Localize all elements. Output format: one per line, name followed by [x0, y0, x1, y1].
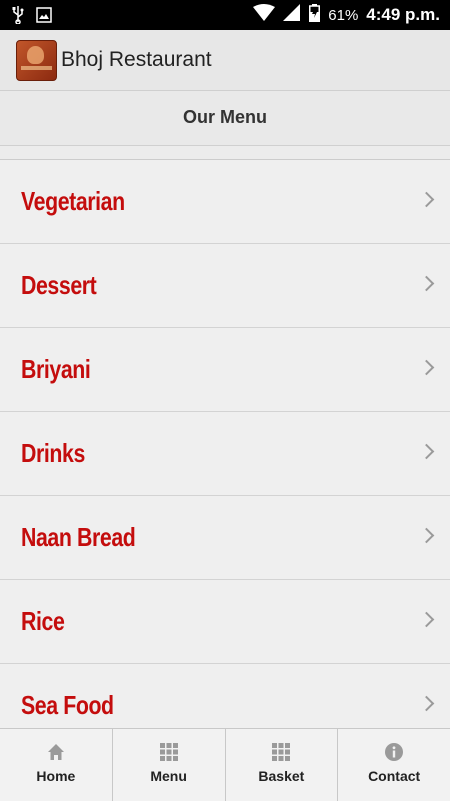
clock: 4:49 p.m. — [366, 5, 440, 24]
app-bar: Bhoj Restaurant — [0, 30, 450, 91]
menu-item-naan-bread[interactable]: Naan Bread — [0, 496, 450, 580]
signal-icon — [283, 4, 301, 26]
chevron-right-icon — [418, 611, 435, 628]
restaurant-logo-icon — [16, 40, 57, 81]
nav-contact[interactable]: Contact — [338, 729, 450, 801]
menu-item-label: Rice — [21, 606, 65, 636]
grid-icon — [159, 743, 178, 766]
menu-item-label: Briyani — [21, 354, 91, 384]
image-icon — [36, 7, 52, 28]
menu-item-rice[interactable]: Rice — [0, 580, 450, 664]
menu-item-sea-food[interactable]: Sea Food — [0, 664, 450, 728]
usb-icon — [12, 6, 24, 29]
grid-icon — [272, 743, 291, 766]
menu-item-label: Dessert — [21, 270, 97, 300]
menu-item-label: Sea Food — [21, 690, 114, 720]
section-title: Our Menu — [0, 91, 450, 146]
bottom-nav: Home Menu Basket Contact — [0, 728, 450, 801]
nav-home[interactable]: Home — [0, 729, 113, 801]
nav-menu[interactable]: Menu — [112, 729, 226, 801]
nav-menu-label: Menu — [150, 768, 187, 784]
info-icon — [385, 743, 404, 766]
menu-list[interactable]: Vegetarian Dessert Briyani Drinks Naan B… — [0, 160, 450, 728]
nav-home-label: Home — [36, 768, 76, 784]
menu-item-label: Vegetarian — [21, 186, 125, 216]
menu-item-briyani[interactable]: Briyani — [0, 328, 450, 412]
chevron-right-icon — [418, 359, 435, 376]
chevron-right-icon — [418, 695, 435, 712]
menu-item-label: Naan Bread — [21, 522, 136, 552]
app-title: Bhoj Restaurant — [61, 48, 212, 71]
status-bar: 61% 4:49 p.m. — [0, 0, 450, 30]
chevron-right-icon — [418, 191, 435, 208]
chevron-right-icon — [418, 275, 435, 292]
battery-icon — [309, 4, 321, 26]
battery-percent: 61% — [328, 6, 359, 24]
nav-basket[interactable]: Basket — [225, 729, 339, 801]
home-icon — [47, 743, 65, 766]
wifi-icon — [253, 4, 276, 26]
chevron-right-icon — [418, 527, 435, 544]
menu-item-dessert[interactable]: Dessert — [0, 244, 450, 328]
menu-item-label: Drinks — [21, 438, 85, 468]
nav-contact-label: Contact — [368, 768, 421, 784]
nav-basket-label: Basket — [258, 768, 305, 784]
menu-item-drinks[interactable]: Drinks — [0, 412, 450, 496]
chevron-right-icon — [418, 443, 435, 460]
menu-item-vegetarian[interactable]: Vegetarian — [0, 160, 450, 244]
